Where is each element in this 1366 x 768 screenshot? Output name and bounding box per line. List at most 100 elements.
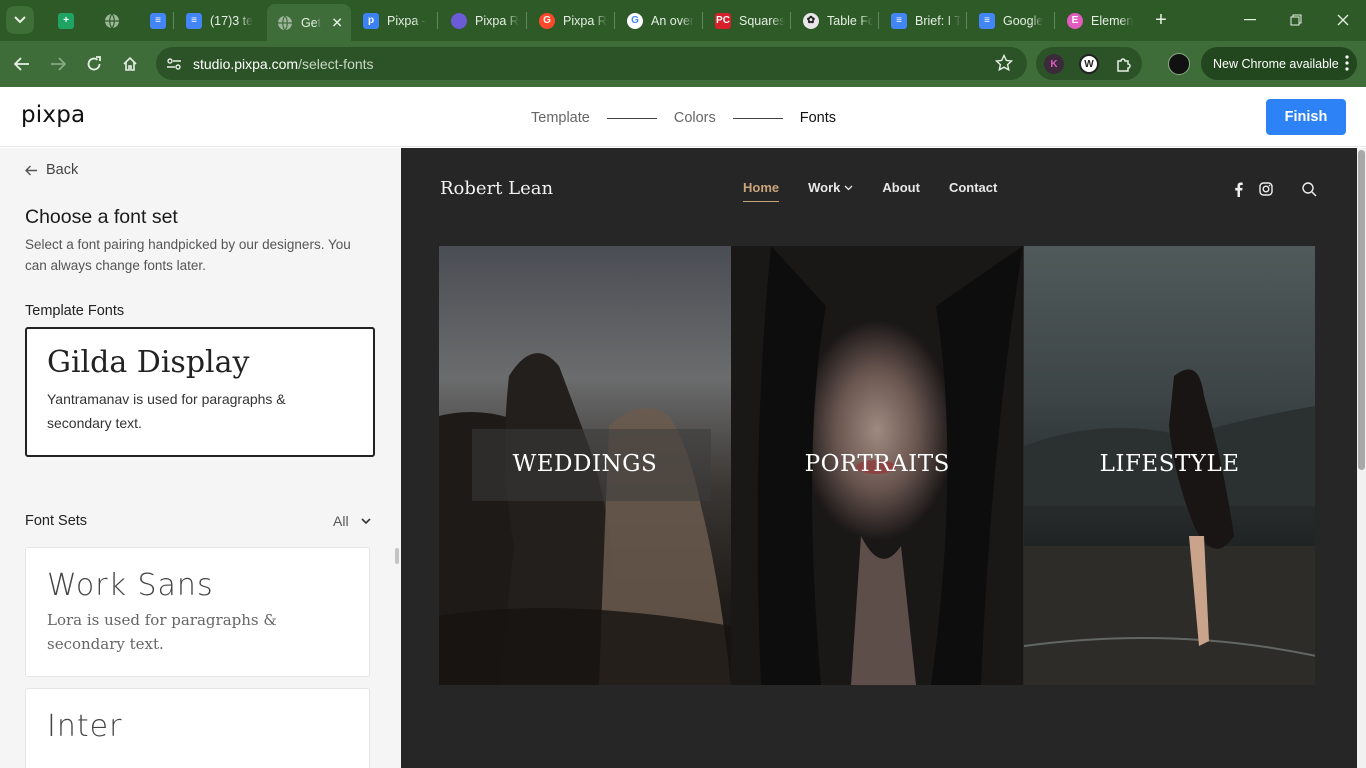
step-template[interactable]: Template [531,110,590,126]
gallery-label: PORTRAITS [804,451,950,477]
preview-site-name: Robert Lean [440,178,554,199]
browser-tab-strip: + ≡ ≡ (17)3 te Get ✕ p Pixpa - Pixpa R G… [0,0,1366,41]
google-icon: G [627,12,643,29]
finish-button[interactable]: Finish [1266,99,1346,135]
tab-search-button[interactable] [6,6,34,34]
browser-tab[interactable]: ✿ Table Fo [793,6,873,35]
arrow-left-icon [14,57,29,71]
gallery-item-lifestyle[interactable]: LIFESTYLE [1023,246,1316,685]
app-header: pixpa Template Colors Fonts Finish [0,87,1366,147]
font-set-name: Work Sans [47,568,214,603]
pixpa-icon: p [363,12,379,29]
browser-tab[interactable]: + [48,6,74,35]
url-host: studio.pixpa.com [193,56,299,72]
gallery-label: WEDDINGS [512,451,658,477]
browser-tab[interactable]: ≡ [140,6,166,35]
template-fonts-label: Template Fonts [25,303,125,319]
url-text: studio.pixpa.com/select-fonts [193,56,374,72]
browser-toolbar: studio.pixpa.com/select-fonts K W New Ch… [0,41,1366,87]
preview-nav-home[interactable]: Home [743,180,780,202]
font-set-card[interactable]: Work Sans Lora is used for paragraphs & … [25,547,370,677]
docs-icon: ≡ [186,12,202,29]
site-info-icon[interactable] [164,54,184,74]
restore-icon [1290,14,1302,26]
pixpa-logo[interactable]: pixpa [21,102,85,128]
reload-button[interactable] [81,51,107,77]
browser-tab[interactable]: G An over [617,6,697,35]
tab-title: Brief: I T [915,13,961,28]
chrome-update-button[interactable]: New Chrome available [1201,47,1357,80]
reload-icon [87,56,101,71]
font-sets-filter[interactable]: All [333,513,371,529]
gallery-item-portraits[interactable]: PORTRAITS [731,246,1024,685]
tab-title: An over [651,13,695,28]
minimize-button[interactable] [1237,8,1263,32]
bookmark-star-icon[interactable] [994,53,1014,77]
globe-icon [278,15,292,30]
tab-title: Table Fo [827,13,873,28]
extension-w-icon[interactable]: W [1079,54,1099,74]
openai-icon: ✿ [803,12,819,29]
preview-gallery: WEDDINGS PORTRAITS LIFESTYLE [439,246,1316,685]
browser-tab[interactable]: ≡ Brief: I T [881,6,961,35]
profile-avatar[interactable] [1168,53,1190,75]
browser-tab[interactable]: p Pixpa - [353,6,433,35]
browser-tab[interactable] [94,6,120,35]
kebab-menu-icon[interactable] [1345,55,1349,74]
pcmag-icon: PC [715,12,731,29]
font-set-card[interactable]: Inter [25,688,370,768]
step-colors[interactable]: Colors [674,110,716,126]
nav-label: Contact [948,180,998,195]
tab-title: Squares [739,13,785,28]
back-button[interactable] [9,51,35,77]
extensions-puzzle-icon[interactable] [1114,54,1134,74]
g2-icon: G [539,12,555,29]
preview-nav: Home Work About Contact [743,180,1026,202]
font-sets-label: Font Sets [25,513,88,529]
gallery-label: LIFESTYLE [1099,451,1240,477]
tab-title: Pixpa R [563,13,607,28]
arc-icon [451,12,467,29]
preview-scrollbar[interactable] [1357,148,1366,768]
address-bar[interactable]: studio.pixpa.com/select-fonts [156,47,1027,80]
close-window-button[interactable] [1330,8,1356,32]
docs-icon: ≡ [979,12,995,29]
close-icon[interactable]: ✕ [331,14,343,31]
new-tab-button[interactable]: + [1151,9,1171,31]
browser-tab[interactable]: ≡ Google [969,6,1049,35]
sidebar-scrollbar[interactable] [395,548,399,564]
preview-nav-contact[interactable]: Contact [949,180,997,195]
back-link[interactable]: Back [25,162,78,178]
font-sidebar: Back Choose a font set Select a font pai… [0,148,401,768]
selected-font-card[interactable]: Gilda Display Yantramanav is used for pa… [25,327,375,457]
preview-nav-about[interactable]: About [882,180,920,195]
facebook-icon[interactable] [1230,181,1246,197]
instagram-icon[interactable] [1258,181,1274,197]
extension-k-icon[interactable]: K [1044,54,1064,74]
browser-tab[interactable]: ≡ (17)3 te [176,6,262,35]
tab-title: Pixpa - [387,13,426,28]
chevron-down-icon [844,185,853,190]
browser-tab[interactable]: G Pixpa R [529,6,609,35]
nav-label: Home [743,180,780,195]
preview-nav-work[interactable]: Work [808,180,853,195]
tab-title: Google [1003,13,1044,28]
restore-button[interactable] [1283,8,1309,32]
site-preview: Robert Lean Home Work About Contact WEDD… [401,148,1357,768]
browser-tab[interactable]: E Elemen [1057,6,1137,35]
step-divider [732,117,783,119]
panel-title: Choose a font set [25,206,178,228]
font-description: Yantramanav is used for paragraphs & sec… [47,391,286,431]
browser-tab[interactable]: Pixpa R [441,6,521,35]
browser-tab-active[interactable]: Get ✕ [267,4,351,41]
browser-tab[interactable]: PC Squares [705,6,785,35]
forward-button[interactable] [45,51,71,77]
scrollbar-thumb[interactable] [1358,150,1365,470]
gallery-item-weddings[interactable]: WEDDINGS [439,246,731,685]
tab-title: Get [301,15,321,30]
step-fonts[interactable]: Fonts [800,110,836,126]
docs-icon: ≡ [891,12,907,29]
search-icon[interactable] [1301,181,1317,197]
home-button[interactable] [117,51,143,77]
font-set-name: Inter [47,709,123,744]
